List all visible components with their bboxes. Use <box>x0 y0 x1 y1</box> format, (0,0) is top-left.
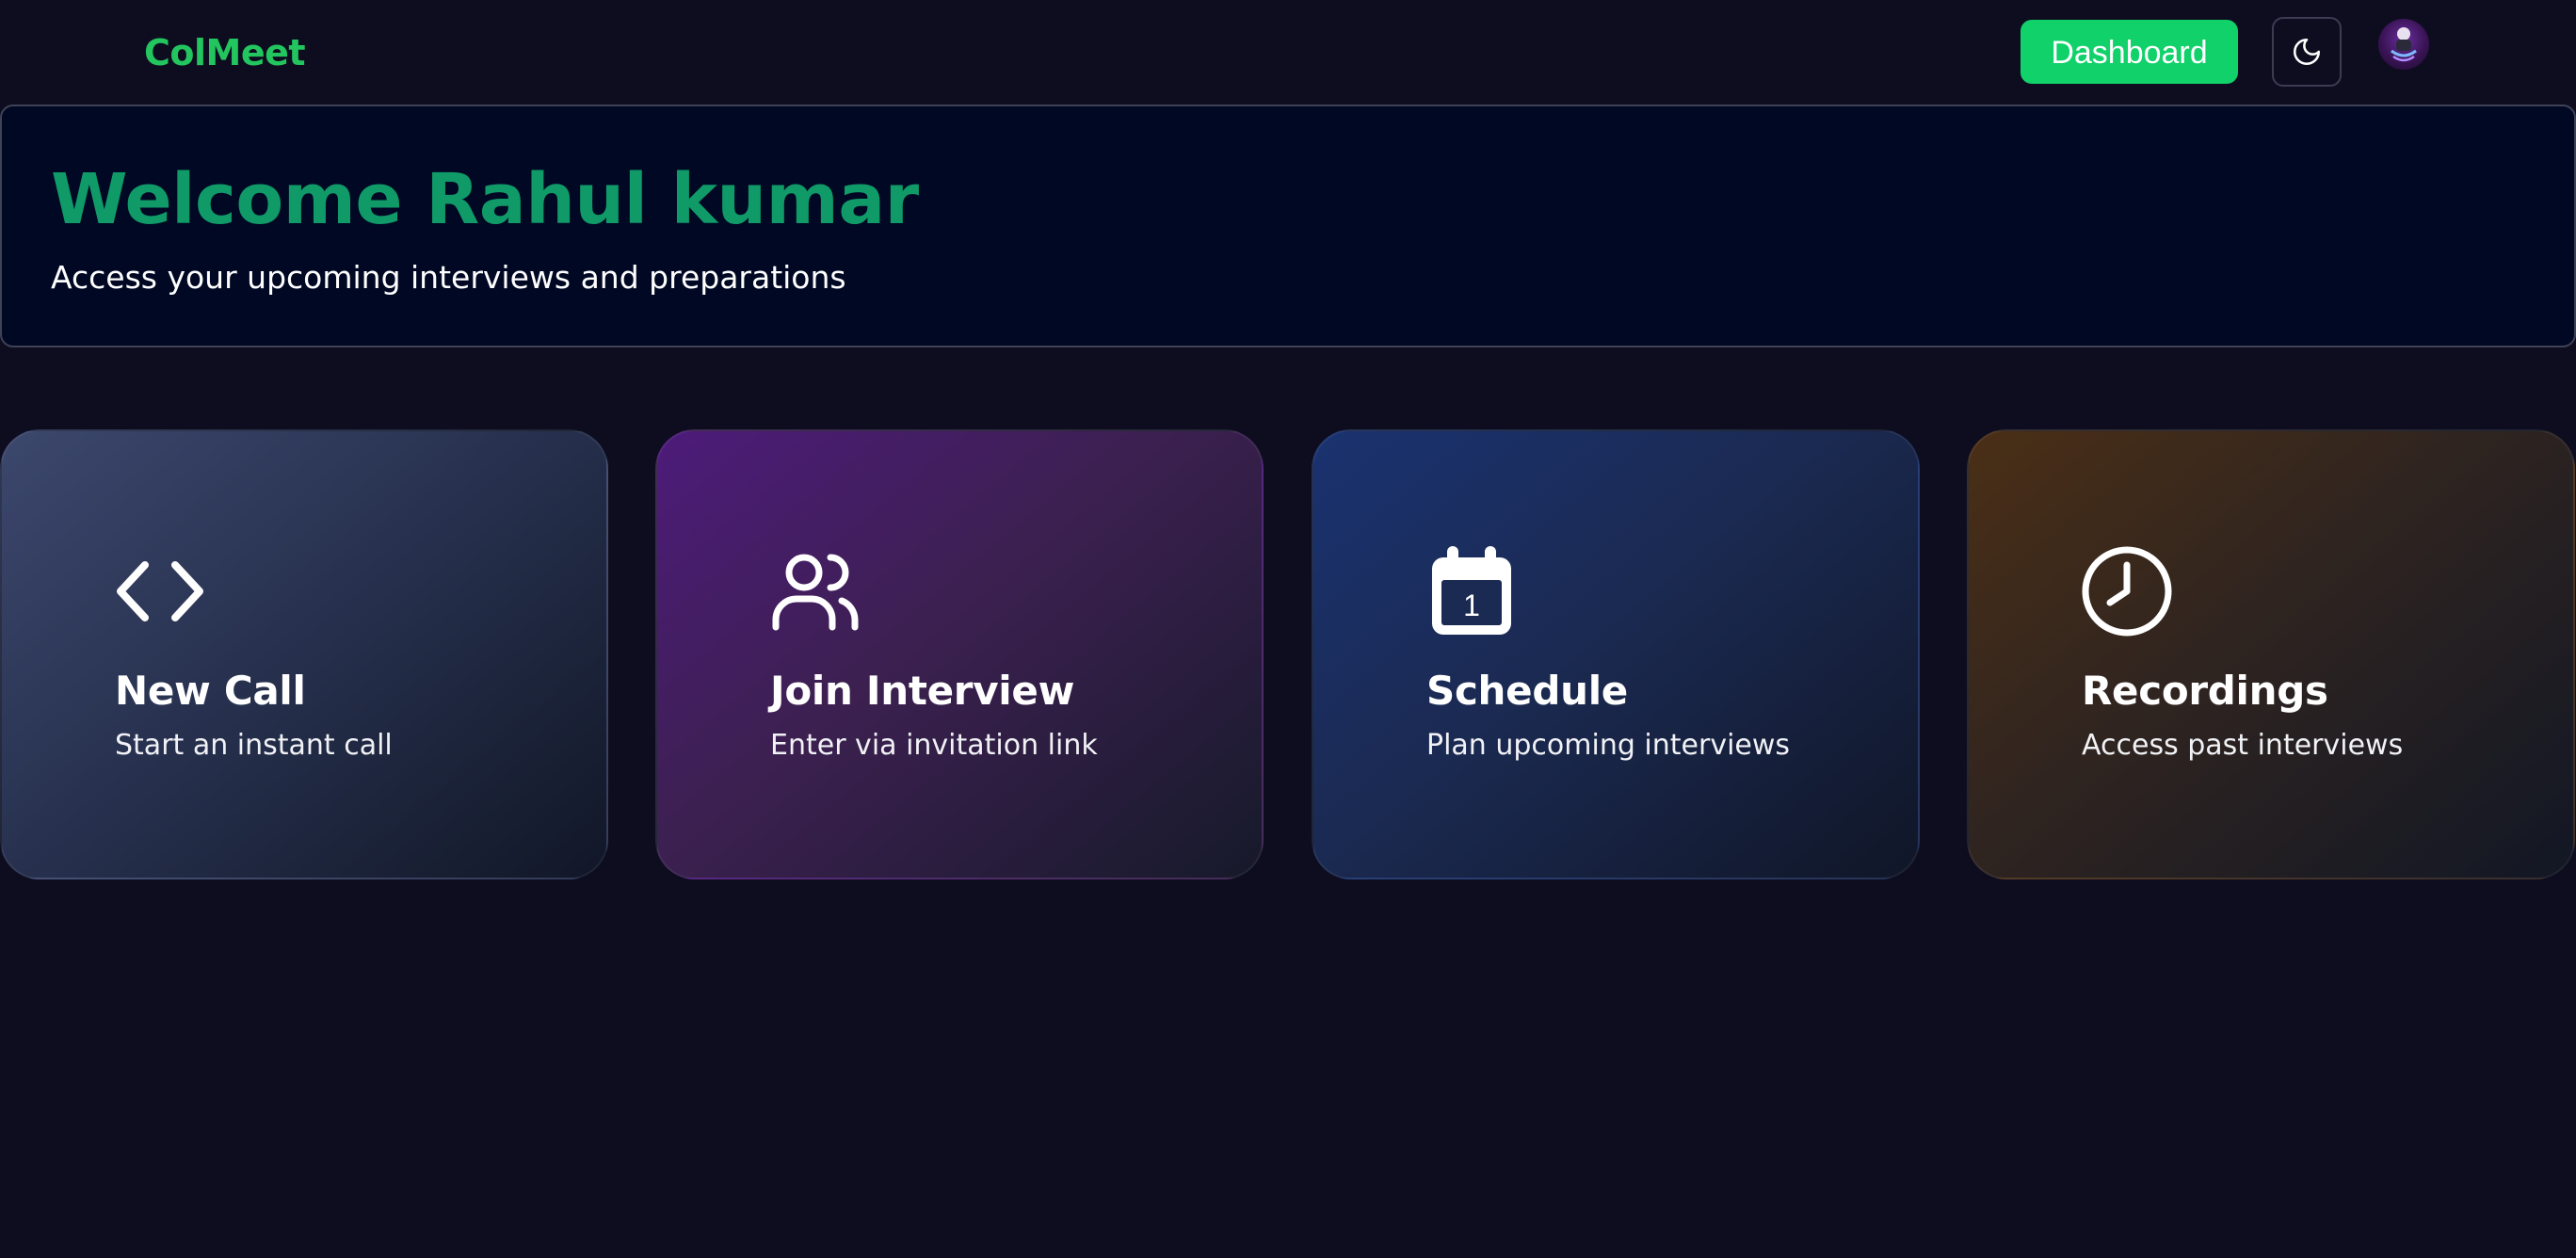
theme-toggle-button[interactable] <box>2272 17 2342 87</box>
calendar-icon: 1 <box>1432 546 1511 635</box>
clock-icon <box>2082 546 2172 637</box>
users-icon <box>772 554 859 631</box>
welcome-subtitle: Access your upcoming interviews and prep… <box>51 259 846 296</box>
card-description: Start an instant call <box>115 729 393 762</box>
avatar-image <box>2391 27 2417 62</box>
card-title: Recordings <box>2082 668 2328 714</box>
schedule-card[interactable]: 1 Schedule Plan upcoming interviews <box>1312 429 1920 879</box>
card-title: Schedule <box>1426 668 1628 714</box>
new-call-card[interactable]: New Call Start an instant call <box>0 429 608 879</box>
join-interview-card[interactable]: Join Interview Enter via invitation link <box>655 429 1264 879</box>
card-title: New Call <box>115 668 306 714</box>
recordings-card[interactable]: Recordings Access past interviews <box>1967 429 2575 879</box>
card-description: Enter via invitation link <box>770 729 1098 762</box>
brand-logo-text[interactable]: ColMeet <box>144 30 306 75</box>
user-avatar[interactable] <box>2378 19 2429 70</box>
calendar-date-text: 1 <box>1463 589 1480 622</box>
card-description: Plan upcoming interviews <box>1426 729 1791 762</box>
dashboard-button[interactable]: Dashboard <box>2021 20 2238 84</box>
welcome-banner: Welcome Rahul kumar Access your upcoming… <box>0 105 2576 347</box>
moon-icon <box>2293 38 2321 66</box>
card-description: Access past interviews <box>2082 729 2404 762</box>
welcome-title: Welcome Rahul kumar <box>51 159 919 240</box>
card-title: Join Interview <box>770 668 1075 714</box>
top-navbar: ColMeet Dashboard <box>0 0 2576 105</box>
code-icon <box>117 561 203 621</box>
